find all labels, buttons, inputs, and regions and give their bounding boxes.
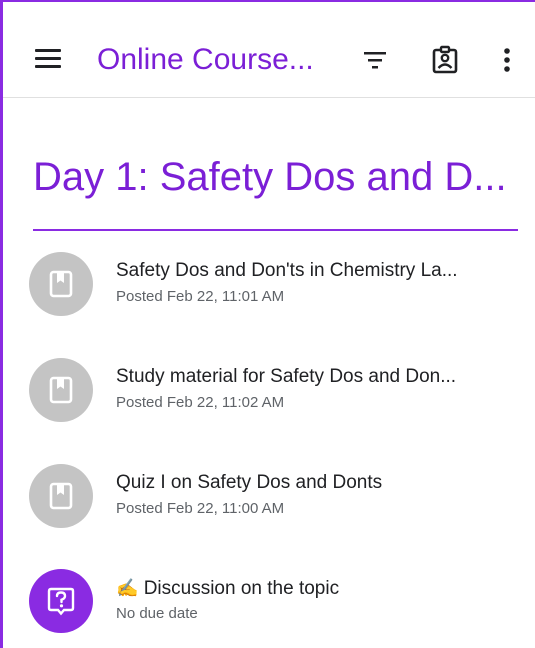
list-item[interactable]: ✍️ Discussion on the topic No due date — [29, 569, 529, 639]
item-title-text: Discussion on the topic — [143, 578, 340, 599]
topic-title: Day 1: Safety Dos and D... — [33, 155, 507, 199]
item-title: Safety Dos and Don'ts in Chemistry La... — [116, 260, 458, 281]
app-title: Online Course... — [97, 43, 314, 76]
app-frame: Online Course... Day 1: Safety Dos and D… — [0, 0, 535, 648]
item-title: ✍️ Discussion on the topic — [116, 576, 339, 601]
question-icon — [29, 569, 93, 633]
more-vert-icon[interactable] — [487, 40, 527, 80]
writing-hand-emoji: ✍️ — [116, 578, 139, 598]
material-icon — [29, 252, 93, 316]
list-item[interactable]: Safety Dos and Don'ts in Chemistry La...… — [29, 252, 529, 322]
item-posted-date: Posted Feb 22, 11:02 AM — [116, 394, 285, 411]
item-title: Study material for Safety Dos and Don... — [116, 366, 457, 387]
filter-icon[interactable] — [355, 40, 395, 80]
item-title: Quiz I on Safety Dos and Donts — [116, 472, 383, 493]
material-icon — [29, 358, 93, 422]
classwork-icon[interactable] — [425, 40, 465, 80]
material-icon — [29, 464, 93, 528]
item-posted-date: Posted Feb 22, 11:00 AM — [116, 500, 285, 517]
item-posted-date: Posted Feb 22, 11:01 AM — [116, 288, 285, 305]
app-bar: Online Course... — [3, 2, 535, 98]
item-due-date: No due date — [116, 605, 198, 622]
topic-divider — [33, 229, 518, 231]
menu-icon[interactable] — [33, 49, 63, 73]
list-item[interactable]: Study material for Safety Dos and Don...… — [29, 358, 529, 428]
list-item[interactable]: Quiz I on Safety Dos and Donts Posted Fe… — [29, 464, 529, 534]
